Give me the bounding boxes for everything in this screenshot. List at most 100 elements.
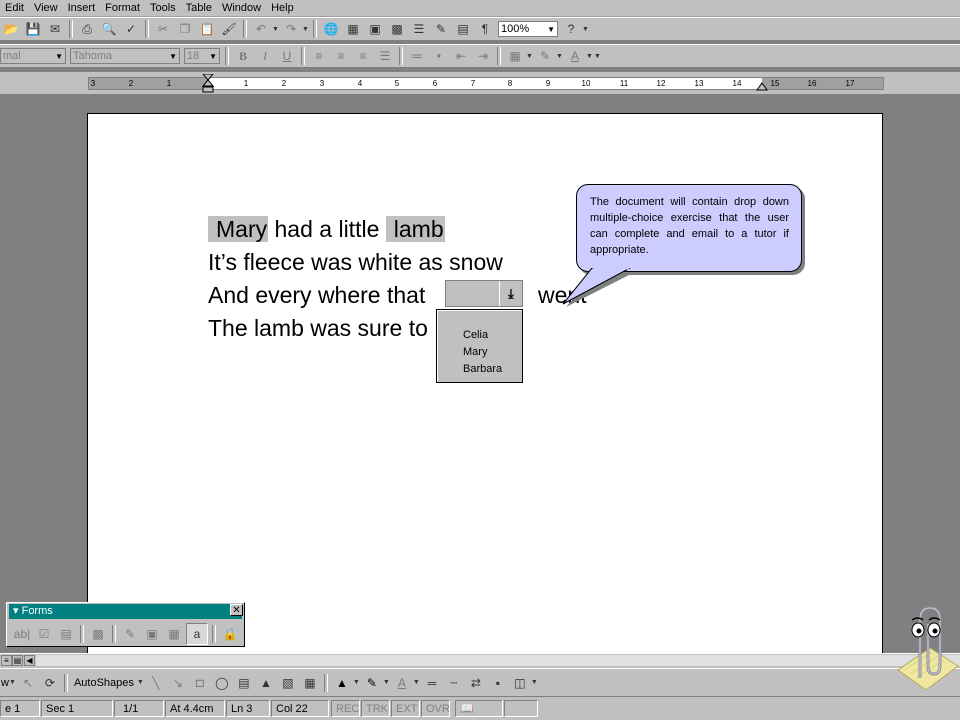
numbering-icon[interactable]: ≔ xyxy=(407,46,427,66)
insert-frame-icon[interactable]: ▦ xyxy=(164,624,184,644)
arrow-style-icon[interactable]: ⇄ xyxy=(466,673,486,693)
horizontal-ruler[interactable]: 3 2 1 1 2 3 4 5 6 7 8 9 10 11 12 13 14 1… xyxy=(88,74,884,93)
draw-table-icon[interactable]: ✎ xyxy=(120,624,140,644)
drop-down-form-field-icon[interactable]: ▤ xyxy=(56,624,76,644)
status-rec[interactable]: REC xyxy=(331,700,360,717)
help-icon[interactable]: ? xyxy=(561,19,581,39)
forms-menu-icon[interactable]: ▾ xyxy=(13,605,19,617)
zoom-select[interactable]: 100% ▼ xyxy=(498,21,558,37)
menu-insert[interactable]: Insert xyxy=(63,0,101,16)
redo-dropdown-icon[interactable]: ▼ xyxy=(302,26,310,33)
form-field-options-icon[interactable]: ▩ xyxy=(88,624,108,644)
free-rotate-icon[interactable]: ⟳ xyxy=(40,673,60,693)
justify-icon[interactable]: ☰ xyxy=(375,46,395,66)
oval-icon[interactable]: ◯ xyxy=(212,673,232,693)
menu-table[interactable]: Table xyxy=(181,0,217,16)
scroll-left-icon[interactable]: ◀ xyxy=(24,655,35,666)
insert-picture-icon[interactable]: ▦ xyxy=(300,673,320,693)
insert-table-icon[interactable]: ▣ xyxy=(365,19,385,39)
text-form-field-icon[interactable]: ab| xyxy=(12,624,32,644)
rectangle-icon[interactable]: □ xyxy=(190,673,210,693)
increase-indent-icon[interactable]: ⇥ xyxy=(473,46,493,66)
fill-color-icon[interactable]: ▲ xyxy=(332,673,352,693)
decrease-indent-icon[interactable]: ⇤ xyxy=(451,46,471,66)
shadow-icon[interactable]: ▪ xyxy=(488,673,508,693)
status-spelling[interactable]: 📖 xyxy=(455,700,503,717)
email-icon[interactable]: ✉ xyxy=(45,19,65,39)
tables-borders-icon[interactable]: ▦ xyxy=(343,19,363,39)
drawing-icon[interactable]: ✎ xyxy=(431,19,451,39)
dropdown-form-field[interactable]: ⤓ xyxy=(445,280,523,307)
insert-table-icon[interactable]: ▣ xyxy=(142,624,162,644)
text-box-icon[interactable]: ▤ xyxy=(234,673,254,693)
line-style-icon[interactable]: ═ xyxy=(422,673,442,693)
draw-menu[interactable]: w xyxy=(0,677,9,689)
autoshapes-menu[interactable]: AutoShapes xyxy=(71,677,137,689)
save-icon[interactable]: 💾 xyxy=(23,19,43,39)
open-icon[interactable]: 📂 xyxy=(1,19,21,39)
check-box-form-field-icon[interactable]: ☑ xyxy=(34,624,54,644)
redo-icon[interactable]: ↷ xyxy=(281,19,301,39)
hyperlink-icon[interactable]: 🌐 xyxy=(321,19,341,39)
form-field-lamb[interactable]: lamb xyxy=(385,216,445,242)
font-color-icon[interactable]: A xyxy=(392,673,412,693)
autoshapes-dropdown-icon[interactable]: ▼ xyxy=(137,679,145,686)
more-buttons-icon[interactable]: ▼ xyxy=(531,679,539,686)
style-select[interactable]: mal ▼ xyxy=(0,48,66,64)
more-buttons-icon[interactable]: ▼ xyxy=(594,53,602,60)
menu-view[interactable]: View xyxy=(29,0,63,16)
more-buttons-icon[interactable]: ▼ xyxy=(582,26,590,33)
dropdown-button[interactable]: ⤓ xyxy=(499,281,522,306)
right-indent-marker-icon[interactable] xyxy=(756,80,768,92)
align-left-icon[interactable]: ≡ xyxy=(309,46,329,66)
spelling-icon[interactable]: ✓ xyxy=(121,19,141,39)
dropdown-option[interactable]: Celia xyxy=(463,328,488,342)
columns-icon[interactable]: ☰ xyxy=(409,19,429,39)
italic-button[interactable]: I xyxy=(255,46,275,66)
layout-view-icon[interactable]: ▤ xyxy=(12,655,23,666)
dropdown-option[interactable]: Mary xyxy=(463,345,487,359)
paste-icon[interactable]: 📋 xyxy=(197,19,217,39)
undo-dropdown-icon[interactable]: ▼ xyxy=(272,26,280,33)
form-field-mary[interactable]: Mary xyxy=(208,216,269,242)
font-color-dropdown-icon[interactable]: ▼ xyxy=(586,53,594,60)
arrow-icon[interactable]: ↘ xyxy=(168,673,188,693)
print-icon[interactable]: ⎙ xyxy=(77,19,97,39)
select-objects-icon[interactable]: ↖ xyxy=(18,673,38,693)
insert-excel-icon[interactable]: ▩ xyxy=(387,19,407,39)
align-center-icon[interactable]: ≡ xyxy=(331,46,351,66)
status-ext[interactable]: EXT xyxy=(391,700,420,717)
status-ovr[interactable]: OVR xyxy=(421,700,450,717)
dropdown-option[interactable]: Barbara xyxy=(463,362,502,376)
align-right-icon[interactable]: ≡ xyxy=(353,46,373,66)
menu-edit[interactable]: Edit xyxy=(0,0,29,16)
font-size-select[interactable]: 18 ▼ xyxy=(184,48,220,64)
line-color-icon[interactable]: ✎ xyxy=(362,673,382,693)
font-select[interactable]: Tahoma ▼ xyxy=(70,48,180,64)
3d-icon[interactable]: ◫ xyxy=(510,673,530,693)
undo-icon[interactable]: ↶ xyxy=(251,19,271,39)
underline-button[interactable]: U xyxy=(277,46,297,66)
normal-view-icon[interactable]: ≡ xyxy=(1,655,12,666)
office-assistant-icon[interactable] xyxy=(890,600,960,690)
forms-titlebar[interactable]: ▾ Forms xyxy=(9,604,242,619)
scrollbar-track[interactable] xyxy=(36,655,960,666)
clip-art-icon[interactable]: ▧ xyxy=(278,673,298,693)
horizontal-scrollbar[interactable]: ≡ ▤ ◀ xyxy=(0,653,960,668)
protect-form-icon[interactable]: 🔒 xyxy=(220,624,240,644)
menu-help[interactable]: Help xyxy=(266,0,299,16)
menu-format[interactable]: Format xyxy=(100,0,145,16)
line-color-dropdown-icon[interactable]: ▼ xyxy=(383,679,391,686)
dash-style-icon[interactable]: ┄ xyxy=(444,673,464,693)
fill-color-dropdown-icon[interactable]: ▼ xyxy=(353,679,361,686)
line-icon[interactable]: ╲ xyxy=(146,673,166,693)
borders-dropdown-icon[interactable]: ▼ xyxy=(526,53,534,60)
bold-button[interactable]: B xyxy=(233,46,253,66)
document-map-icon[interactable]: ▤ xyxy=(453,19,473,39)
indent-marker-icon[interactable] xyxy=(202,74,214,96)
close-button[interactable]: ✕ xyxy=(230,604,243,616)
status-trk[interactable]: TRK xyxy=(361,700,390,717)
wordart-icon[interactable]: ▲ xyxy=(256,673,276,693)
cut-icon[interactable]: ✂ xyxy=(153,19,173,39)
borders-icon[interactable]: ▦ xyxy=(505,46,525,66)
